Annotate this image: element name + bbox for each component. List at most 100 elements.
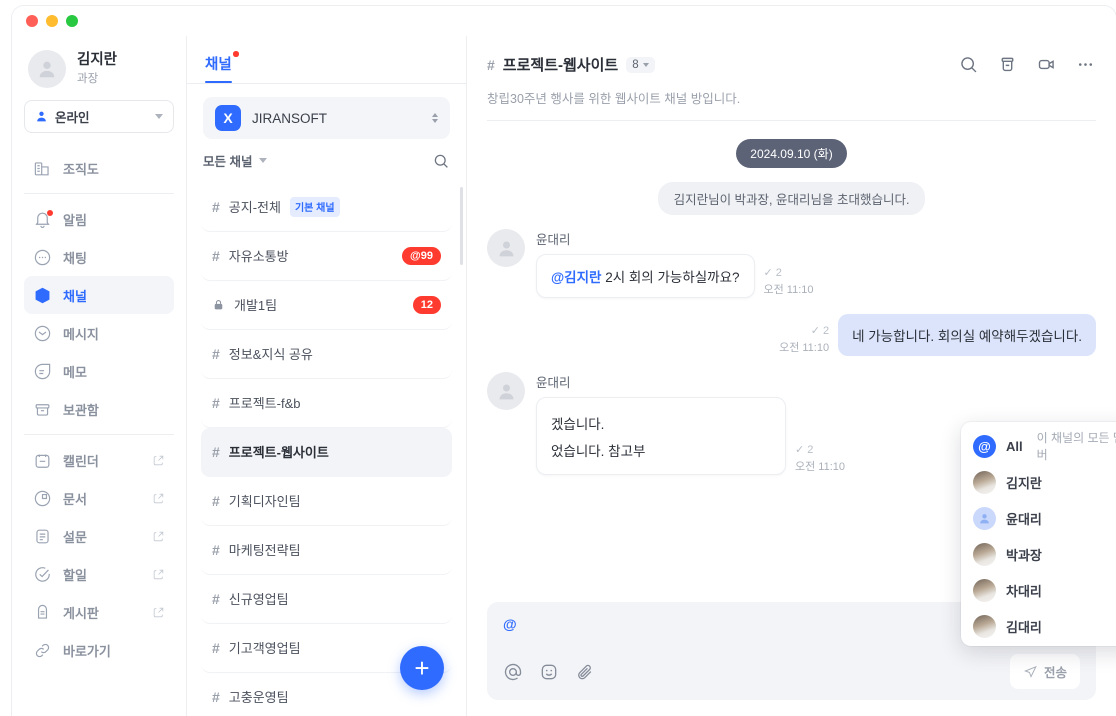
list-item-selected[interactable]: # 프로젝트-웹사이트 (201, 427, 452, 477)
list-item[interactable]: # 공지-전체 기본 채널 (201, 183, 452, 232)
mention-badge: @99 (402, 246, 441, 265)
mention-name: 차대리 (1006, 583, 1042, 599)
message-text-line1: 겠습니다. (551, 416, 605, 432)
list-item[interactable]: # 마케팅전략팀 (201, 526, 452, 575)
channel-name: 마케팅전략팀 (228, 543, 301, 559)
channel-name: 프로젝트-f&b (228, 396, 301, 412)
mention-name: 윤대리 (1006, 511, 1042, 527)
mention-option[interactable]: 김대리 (961, 608, 1116, 644)
sidebar-item-label: 채팅 (63, 250, 87, 266)
chevron-down-icon[interactable] (259, 158, 268, 164)
mention-option[interactable]: 박과장 (961, 536, 1116, 572)
nav-section-apps: 캘린더 문서 설문 할일 게시판 바로가기 (24, 434, 174, 675)
sidebar-item-shortcuts[interactable]: 바로가기 (24, 631, 174, 669)
sidebar-item-label: 설문 (63, 529, 87, 545)
notification-dot (47, 209, 53, 216)
video-call-icon[interactable] (1036, 54, 1057, 75)
chat-icon (33, 248, 52, 267)
sidebar-item-memo[interactable]: 메모 (24, 352, 174, 390)
list-item[interactable]: # 신규영업팀 (201, 575, 452, 624)
mention-option[interactable]: 윤대리 (961, 500, 1116, 536)
hash-icon: # (212, 443, 220, 460)
external-link-icon (152, 530, 165, 543)
hash-icon: # (212, 345, 220, 362)
message-sender: 윤대리 (536, 233, 571, 247)
status-selector[interactable]: 온라인 (24, 100, 174, 133)
all-at-icon: @ (973, 434, 996, 458)
search-icon[interactable] (432, 152, 450, 170)
mention-option-all[interactable]: @ All 이 채널의 모든 멤버 (961, 428, 1116, 464)
sidebar-item-org[interactable]: 조직도 (24, 149, 174, 187)
sidebar-item-label: 바로가기 (63, 643, 111, 659)
external-link-icon (152, 492, 165, 505)
attach-icon[interactable] (575, 662, 595, 682)
sidebar-item-notifications[interactable]: 알림 (24, 200, 174, 238)
list-item[interactable]: # 정보&지식 공유 (201, 330, 452, 379)
channel-list-scrollbar[interactable] (460, 186, 463, 265)
avatar (973, 614, 996, 638)
sidebar-item-board[interactable]: 게시판 (24, 593, 174, 631)
workspace-logo: X (215, 105, 241, 131)
sidebar-item-label: 조직도 (63, 161, 99, 177)
send-button[interactable]: 전송 (1009, 654, 1080, 689)
avatar (973, 578, 996, 602)
minimize-button[interactable] (46, 15, 58, 27)
workspace-selector[interactable]: X JIRANSOFT (203, 97, 450, 139)
hash-icon: # (487, 56, 495, 73)
list-item[interactable]: # 프로젝트-f&b (201, 379, 452, 428)
add-channel-button[interactable]: + (400, 646, 444, 690)
channel-name: 공지-전체 (228, 200, 281, 216)
checkcircle-icon (33, 565, 52, 584)
avatar (973, 470, 996, 494)
channel-name: 자유소통방 (228, 249, 289, 265)
channel-filter-row: 모든 채널 (187, 139, 466, 183)
archive-icon[interactable] (997, 54, 1018, 75)
hash-icon: # (212, 688, 220, 705)
list-item[interactable]: # 자유소통방 @99 (201, 232, 452, 281)
sidebar-item-calendar[interactable]: 캘린더 (24, 441, 174, 479)
hash-icon: # (212, 394, 220, 411)
channel-filter-label[interactable]: 모든 채널 (203, 151, 252, 170)
sidebar-item-label: 알림 (63, 212, 87, 228)
member-count-button[interactable]: 8 (626, 56, 655, 73)
sidebar-item-label: 보관함 (63, 402, 99, 418)
close-button[interactable] (26, 15, 38, 27)
zoom-button[interactable] (66, 15, 78, 27)
mention-icon[interactable] (503, 662, 523, 682)
system-message-text: 김지란님이 박과장, 윤대리님을 초대했습니다. (657, 182, 926, 215)
channel-tag: 기본 채널 (289, 196, 340, 217)
nav-section-main: 알림 채팅 채널 메시지 메모 보관함 (24, 193, 174, 434)
profile-name: 김지란 (77, 52, 118, 69)
message-text-line2: 었습니다. 참고부 (551, 443, 646, 459)
list-item[interactable]: 개발1팀 12 (201, 281, 452, 330)
more-icon[interactable] (1075, 54, 1096, 75)
mention-option[interactable]: 차대리 (961, 572, 1116, 608)
mention-token[interactable]: @김지란 (551, 270, 601, 285)
message-text: 2시 회의 가능하실까요? (605, 270, 740, 285)
channel-cube-icon (33, 286, 52, 305)
message-incoming: 윤대리 @김지란 2시 회의 가능하실까요? ✓ 2 오전 11:10 (487, 229, 1096, 298)
sidebar-item-channels[interactable]: 채널 (24, 276, 174, 314)
channel-list[interactable]: # 공지-전체 기본 채널 # 자유소통방 @99 개발1팀 12 # 정보&지… (187, 183, 466, 716)
mention-dropdown[interactable]: @ All 이 채널의 모든 멤버 김지란 윤대리 박과장 차대리 김대리 (961, 422, 1116, 646)
tab-dot-icon (233, 51, 239, 57)
tab-channels[interactable]: 채널 (205, 51, 239, 83)
sidebar-item-archive[interactable]: 보관함 (24, 390, 174, 428)
hash-icon: # (212, 639, 220, 656)
sidebar-item-messages[interactable]: 메시지 (24, 314, 174, 352)
page-title: 프로젝트-웹사이트 (502, 57, 619, 74)
user-profile[interactable]: 김지란 과장 (24, 36, 174, 100)
avatar (487, 372, 525, 410)
archive-icon (33, 400, 52, 419)
read-count: ✓ 2 (810, 325, 830, 337)
search-icon[interactable] (958, 54, 979, 75)
sidebar-item-survey[interactable]: 설문 (24, 517, 174, 555)
sidebar-item-todo[interactable]: 할일 (24, 555, 174, 593)
sidebar-item-chat[interactable]: 채팅 (24, 238, 174, 276)
list-item[interactable]: # 기획디자인팀 (201, 477, 452, 526)
sidebar-item-documents[interactable]: 문서 (24, 479, 174, 517)
emoji-icon[interactable] (539, 662, 559, 682)
mention-option[interactable]: 김지란 (961, 464, 1116, 500)
message-sender: 윤대리 (536, 376, 571, 390)
message-time: 오전 11:10 (763, 283, 814, 296)
